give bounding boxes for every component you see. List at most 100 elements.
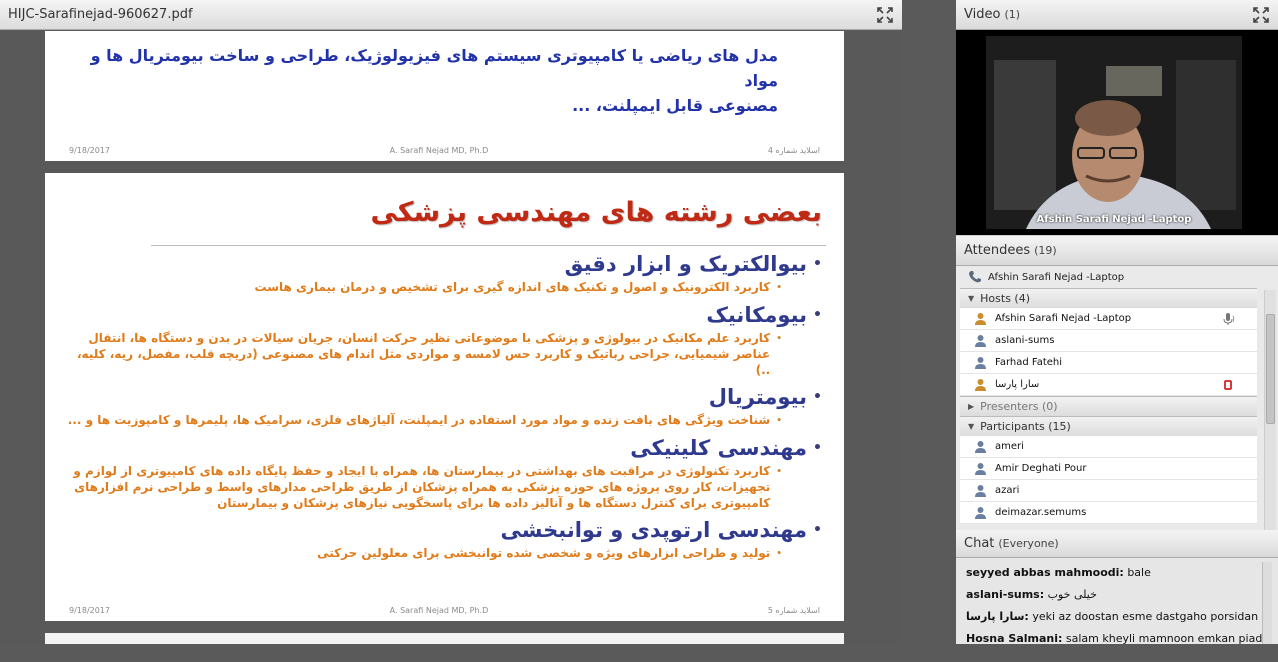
microphone-icon [1223,313,1235,325]
attendee-name: ameri [995,441,1024,452]
slide-4: مدل های ریاضی یا کامپیوتری سیستم های فیز… [45,31,844,161]
presenters-label: Presenters (0) [980,400,1058,413]
sub-bullet-icon: • [776,334,782,344]
participant-row[interactable]: azari [960,480,1257,502]
slide-4-text: مدل های ریاضی یا کامپیوتری سیستم های فیز… [78,43,778,118]
participant-person-icon [975,440,986,453]
topic-description: شناخت ویژگی های بافت زنده و مواد مورد اس… [67,413,771,427]
topic-item: • مهندسی کلینیکی • کاربرد تکنولوژی در مراق… [62,433,822,511]
chat-messages: seyyed abbas mahmoodi: bale aslani-sums:… [956,558,1278,662]
attendee-name: aslani-sums [995,335,1055,346]
sub-bullet-icon: • [776,283,782,293]
chat-message: aslani-sums: خیلی خوب [966,588,1268,610]
chat-sender: Hosna Salmani: [966,632,1063,645]
topic-heading: بیومتریال [708,385,808,409]
topic-item: • مهندسی ارتوپدی و توانبخشی • تولید و طراح… [62,515,822,562]
host-row[interactable]: سارا پارسا [960,374,1257,396]
topic-item: • بیومتریال • شناخت ویژگی های بافت زنده و … [62,382,822,429]
attendees-count: (19) [1034,244,1057,257]
host-person-icon [975,378,986,391]
participant-row[interactable]: Amir Deghati Pour [960,458,1257,480]
expand-arrows-icon[interactable] [876,6,894,24]
document-viewer[interactable]: مدل های ریاضی یا کامپیوتری سیستم های فیز… [0,31,902,644]
topic-list: • بیوالکتریک و ابزار دقیق • کاربرد الکترون… [62,249,822,566]
slide-4-footer: 9/18/2017 A. Sarafi Nejad MD, Ph.D اسلای… [69,146,820,155]
chat-pod-titlebar[interactable]: Chat (Everyone) [956,530,1278,558]
expand-arrows-icon[interactable] [1252,6,1270,24]
presenters-group-header[interactable]: ▶ Presenters (0) [960,396,1257,416]
topic-heading: مهندسی کلینیکی [630,436,808,460]
video-area: Afshin Sarafi Nejad -Laptop [956,30,1278,235]
topic-description: کاربرد تکنولوژی در مراقبت های بهداشتی در… [73,464,771,510]
attendee-name: Amir Deghati Pour [995,463,1087,474]
topic-item: • بیومکانیک • کاربرد علم مکانیک در بیولوژی… [62,300,822,378]
host-row[interactable]: aslani-sums [960,330,1257,352]
webcam-video[interactable]: Afshin Sarafi Nejad -Laptop [986,36,1242,229]
sub-bullet-icon: • [776,467,782,477]
slide-footer-date: 9/18/2017 [69,146,111,155]
slide-5-footer: 9/18/2017 A. Sarafi Nejad MD, Ph.D اسلای… [69,606,820,615]
phone-icon [969,271,981,283]
bullet-icon: • [813,307,822,323]
chat-scrollbar[interactable] [1262,562,1272,644]
participant-row[interactable]: deimazar.semums [960,502,1257,524]
attendees-pod: Attendees (19) Afshin Sarafi Nejad -Lapto… [956,236,1278,532]
topic-description: کاربرد علم مکانیک در بیولوژی و پزشکی با … [77,331,771,377]
slide-footer-page: اسلاید شماره 5 [767,606,820,615]
slide-footer-date: 9/18/2017 [69,606,111,615]
chat-sender: سارا پارسا: [966,610,1029,623]
sub-bullet-icon: • [776,549,782,559]
topic-description: کاربرد الکترونیک و اصول و تکنیک های اندا… [254,280,771,294]
topic-heading: بیومکانیک [706,303,808,327]
video-count: (1) [1004,8,1021,21]
video-speaker-name: Afshin Sarafi Nejad -Laptop [1036,214,1192,225]
attendees-pod-title: Attendees [964,243,1031,258]
share-pod-title: HIJC-Sarafinejad-960627.pdf [8,7,193,22]
attendee-name: Afshin Sarafi Nejad -Laptop [995,313,1132,324]
current-user-name: Afshin Sarafi Nejad -Laptop [988,271,1125,283]
video-pod-titlebar[interactable]: Video (1) [956,0,1278,30]
chat-message: Hosna Salmani: salam kheyli mamnoon emka… [966,632,1268,654]
attendees-scrollbar[interactable] [1264,290,1276,530]
host-person-icon [975,334,986,347]
attendees-scroll-thumb[interactable] [1266,314,1275,424]
host-row[interactable]: Afshin Sarafi Nejad -Laptop [960,308,1257,330]
slide-footer-author: A. Sarafi Nejad MD, Ph.D [389,146,489,155]
attendees-pod-titlebar[interactable]: Attendees (19) [956,236,1278,266]
participant-person-icon [975,462,986,475]
raised-hand-icon [1224,380,1232,390]
chat-scope: (Everyone) [998,537,1059,550]
collapsed-triangle-icon: ▶ [968,402,975,411]
right-column: Video (1) Afshin Sarafi Nejad -Laptop At… [956,0,1278,645]
video-pod-title: Video [964,7,1001,22]
hosts-label: Hosts (4) [980,292,1031,305]
participants-label: Participants (15) [980,420,1071,433]
chat-message: سارا پارسا: yeki az doostan esme dastgah… [966,610,1268,632]
host-row[interactable]: Farhad Fatehi [960,352,1257,374]
attendee-name: azari [995,485,1020,496]
slide-footer-author: A. Sarafi Nejad MD, Ph.D [389,606,489,615]
topic-heading: بیوالکتریک و ابزار دقیق [564,252,808,276]
participant-row[interactable]: ameri [960,436,1257,458]
chat-pod: Chat (Everyone) seyyed abbas mahmoodi: ba… [956,530,1278,645]
slide-5: بعضی رشته های مهندسی پزشکی • بیوالکتریک و… [45,173,844,621]
participants-group-header[interactable]: ▼ Participants (15) [960,416,1257,436]
attendee-name: سارا پارسا [995,379,1040,390]
share-pod-titlebar[interactable]: HIJC-Sarafinejad-960627.pdf [0,0,902,30]
host-person-icon [975,356,986,369]
chat-text: yeki az doostan esme dastgaho porsidan [1032,610,1259,623]
current-user-row: Afshin Sarafi Nejad -Laptop [956,266,1278,288]
slide-6 [45,633,844,644]
chat-text: خیلی خوب [1047,588,1097,601]
participant-person-icon [975,506,986,519]
title-divider [151,245,826,246]
bullet-icon: • [813,440,822,456]
hosts-group-header[interactable]: ▼ Hosts (4) [960,288,1257,308]
bullet-icon: • [813,256,822,272]
host-person-icon [975,312,986,325]
topic-item: • بیوالکتریک و ابزار دقیق • کاربرد الکترون… [62,249,822,296]
slide-4-line-2: مصنوعی قابل ایمپلنت، ... [572,96,778,115]
topic-description: تولید و طراحی ابزارهای ویژه و شخصی شده ت… [317,546,771,560]
sub-bullet-icon: • [776,416,782,426]
share-pod: HIJC-Sarafinejad-960627.pdf مدل های ریاض… [0,0,902,644]
